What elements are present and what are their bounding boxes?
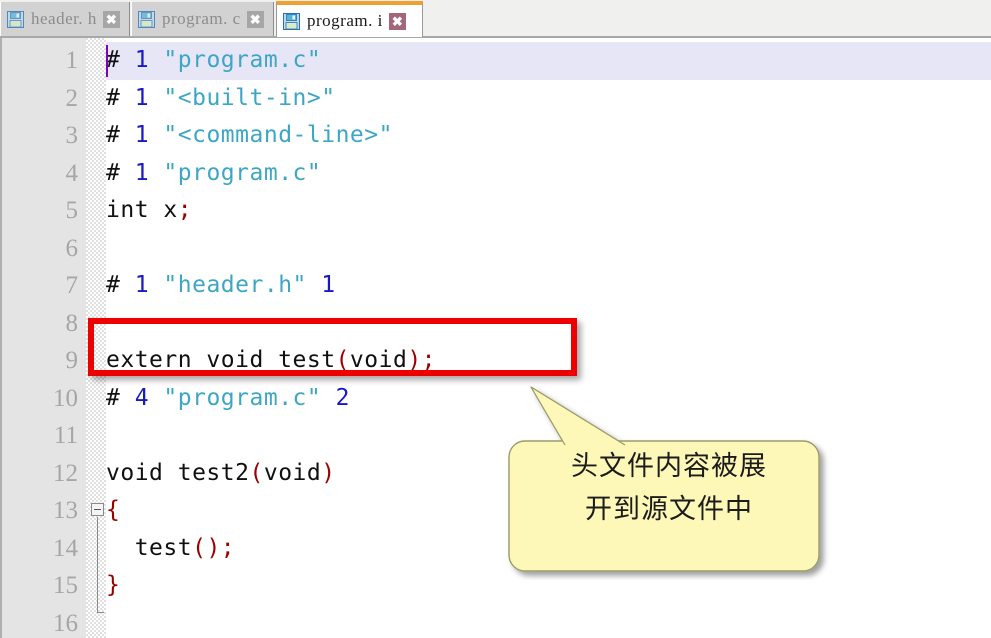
line-number: 7 [65, 272, 79, 299]
line-number: 9 [65, 347, 79, 374]
code-token: # [106, 272, 135, 298]
code-line[interactable]: # 1 "<built-in>" [106, 80, 336, 118]
fold-guide-foot [97, 611, 104, 613]
code-line[interactable]: # 1 "<command-line>" [106, 117, 393, 155]
line-number: 2 [65, 84, 79, 112]
code-line[interactable]: # 1 "program.c" [106, 155, 321, 193]
code-line[interactable]: # 1 "program.c" [106, 42, 321, 80]
line-number: 14 [53, 534, 78, 562]
code-token: 1 [134, 122, 150, 148]
code-token: 1 [134, 159, 150, 186]
callout-text-line: 头文件内容被展 [571, 451, 767, 482]
callout-text-line: 开到源文件中 [585, 494, 753, 525]
red-highlight-box [88, 318, 577, 376]
save-floppy-icon [138, 10, 155, 28]
fold-toggle-icon[interactable] [91, 503, 104, 516]
code-token: { [106, 497, 121, 523]
code-token: 1 [134, 272, 150, 298]
close-icon[interactable]: ✖ [388, 12, 406, 30]
line-number: 13 [53, 497, 78, 524]
line-number: 12 [53, 459, 78, 487]
line-number: 10 [53, 384, 78, 412]
code-token: 2 [335, 384, 350, 411]
code-token: int x [106, 197, 178, 223]
editor-window: header. h ✖ program. c ✖ program. i ✖ 1234567… [0, 0, 991, 638]
save-floppy-icon [283, 12, 300, 30]
code-token: "program.c" [163, 47, 322, 73]
code-token: # [106, 384, 135, 411]
code-token: 1 [134, 84, 150, 111]
code-token: # [106, 84, 135, 111]
line-number: 16 [53, 609, 78, 637]
code-line[interactable]: } [106, 567, 120, 605]
code-token: "program.c" [163, 384, 322, 411]
code-token: test [106, 534, 193, 561]
code-line[interactable]: # 4 "program.c" 2 [106, 380, 350, 418]
code-token: void test2 [106, 459, 250, 486]
code-token: } [106, 572, 121, 598]
line-number: 3 [65, 122, 79, 149]
code-line[interactable]: test(); [106, 530, 235, 568]
code-line[interactable]: { [106, 492, 120, 530]
fold-guide-line [97, 517, 98, 612]
callout-text: 头文件内容被展 开到源文件中 [523, 445, 815, 531]
tab-label: program. i [307, 11, 383, 30]
code-token: "<command-line>" [163, 122, 393, 148]
code-token: # [106, 159, 135, 186]
line-number: 5 [65, 197, 79, 224]
tab-bar: header. h ✖ program. c ✖ program. i ✖ [0, 0, 991, 38]
line-number: 6 [65, 234, 79, 262]
line-number: 1 [65, 47, 79, 74]
line-number: 8 [65, 309, 79, 337]
tab-headerh[interactable]: header. h ✖ [0, 2, 130, 36]
code-line[interactable]: void test2(void) [106, 455, 336, 493]
code-token: # [106, 47, 135, 73]
code-token: # [106, 122, 135, 148]
code-token: (); [192, 534, 236, 561]
text-caret [106, 45, 108, 77]
code-token: ) [321, 459, 336, 486]
code-token: 1 [321, 272, 336, 298]
code-token: "<built-in>" [163, 84, 336, 111]
save-floppy-icon [7, 10, 24, 28]
code-token: ( [249, 459, 264, 486]
line-number-gutter: 1 2 3 4 5 6 7 8 9 10 11 12 13 14 15 16 [0, 38, 86, 638]
code-token: "program.c" [163, 159, 322, 186]
code-token: "header.h" [163, 272, 307, 298]
close-icon[interactable]: ✖ [102, 10, 120, 28]
code-token: void [263, 459, 322, 486]
code-line[interactable]: # 1 "header.h" 1 [106, 267, 336, 305]
tab-programi[interactable]: program. i ✖ [276, 1, 423, 37]
tab-label: program. c [162, 9, 241, 28]
code-token: 1 [134, 47, 150, 73]
tab-label: header. h [31, 9, 97, 28]
close-icon[interactable]: ✖ [246, 10, 264, 28]
line-number: 11 [53, 422, 78, 449]
callout-bubble: 头文件内容被展 开到源文件中 [505, 383, 833, 580]
code-line[interactable]: int x; [106, 192, 192, 230]
code-token: ; [177, 197, 193, 223]
line-number: 4 [65, 159, 79, 187]
code-token: 4 [134, 384, 150, 411]
line-number: 15 [53, 572, 78, 599]
tab-programc[interactable]: program. c ✖ [131, 2, 274, 36]
